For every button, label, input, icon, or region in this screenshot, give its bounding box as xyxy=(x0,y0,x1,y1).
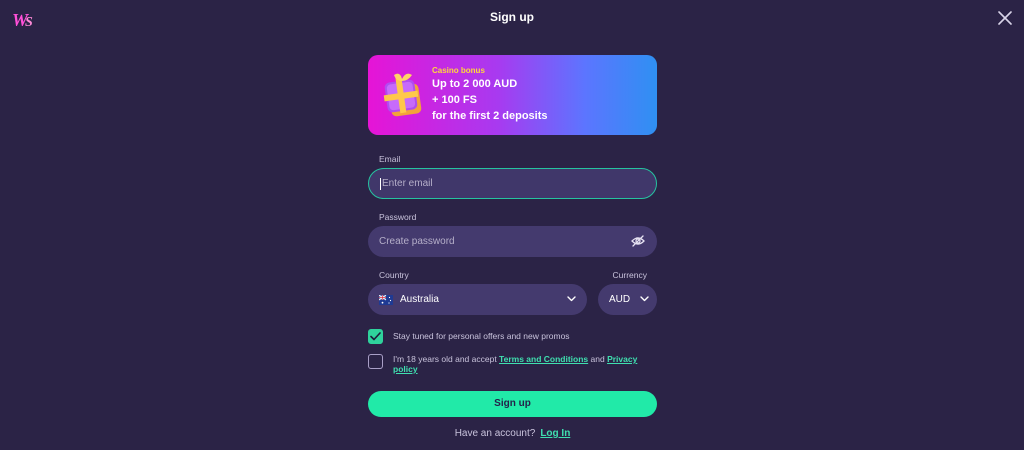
currency-value: AUD xyxy=(609,294,631,305)
have-account-text: Have an account? xyxy=(454,428,536,439)
offers-consent-row: Stay tuned for personal offers and new p… xyxy=(368,329,657,344)
checkmark-icon xyxy=(370,332,381,341)
currency-label: Currency xyxy=(612,270,647,280)
country-value: Australia xyxy=(400,294,439,305)
bonus-amount: Up to 2 000 AUD xyxy=(432,78,518,90)
select-row: Australia AUD xyxy=(368,284,657,315)
select-labels: Country Currency xyxy=(368,270,657,280)
chevron-down-icon xyxy=(640,296,649,302)
bonus-free-spins: + 100 FS xyxy=(432,94,477,106)
text-caret xyxy=(380,177,381,190)
page-title: Sign up xyxy=(490,10,534,24)
login-link[interactable]: Log In xyxy=(540,428,570,439)
offers-checkbox[interactable] xyxy=(368,329,383,344)
terms-consent-text: I'm 18 years old and accept Terms and Co… xyxy=(393,354,657,374)
password-placeholder: Create password xyxy=(379,236,455,247)
signup-form: Casino bonus Up to 2 000 AUD + 100 FS fo… xyxy=(368,55,657,439)
bonus-tag: Casino bonus xyxy=(432,66,485,75)
eye-off-icon[interactable] xyxy=(631,235,645,247)
bonus-banner: Casino bonus Up to 2 000 AUD + 100 FS fo… xyxy=(368,55,657,135)
country-label: Country xyxy=(379,270,409,280)
bonus-condition: for the first 2 deposits xyxy=(432,110,548,122)
country-select[interactable]: Australia xyxy=(368,284,587,315)
australia-flag-icon xyxy=(379,294,393,305)
gift-box-icon xyxy=(383,73,422,117)
offers-consent-text: Stay tuned for personal offers and new p… xyxy=(393,331,570,341)
terms-consent-row: I'm 18 years old and accept Terms and Co… xyxy=(368,354,657,374)
signup-button[interactable]: Sign up xyxy=(368,391,657,417)
terms-link[interactable]: Terms and Conditions xyxy=(499,354,588,364)
email-field[interactable]: Enter email xyxy=(368,168,657,199)
password-field[interactable]: Create password xyxy=(368,226,657,257)
terms-and: and xyxy=(588,354,608,364)
chevron-down-icon xyxy=(567,296,576,302)
email-label: Email xyxy=(379,154,401,164)
terms-prefix: I'm 18 years old and accept xyxy=(393,354,500,364)
currency-select[interactable]: AUD xyxy=(598,284,657,315)
terms-checkbox[interactable] xyxy=(368,354,383,369)
email-placeholder: Enter email xyxy=(382,178,433,189)
login-prompt: Have an account? Log In xyxy=(368,428,657,439)
password-label: Password xyxy=(379,212,417,222)
close-icon[interactable] xyxy=(998,11,1012,25)
